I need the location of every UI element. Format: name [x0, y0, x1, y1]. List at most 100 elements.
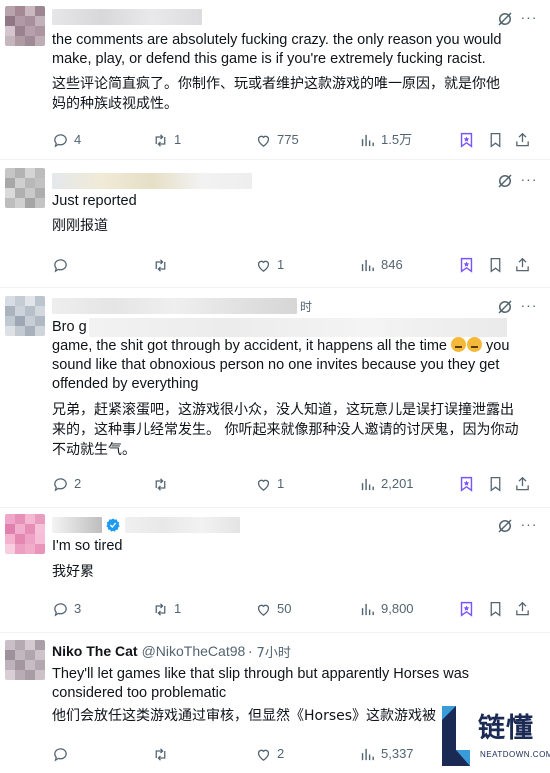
avatar[interactable]: [5, 6, 45, 46]
repost-icon: [155, 747, 166, 761]
post-header: [52, 516, 240, 534]
reply-icon: [54, 747, 67, 762]
like-icon: [257, 749, 270, 761]
views-count: 9,800: [381, 601, 414, 616]
grok-icon[interactable]: [496, 172, 514, 190]
reply-button[interactable]: 3: [52, 599, 81, 619]
post-4[interactable]: ··· I'm so tired 我好累 3 1 50 9,800: [0, 509, 550, 633]
grok-icon[interactable]: [496, 517, 514, 535]
repost-icon: [155, 477, 166, 491]
redacted-username: [52, 298, 297, 314]
watermark-logo: [442, 706, 470, 766]
grok-bookmark-icon[interactable]: [458, 599, 475, 619]
repost-button[interactable]: [152, 474, 174, 494]
redacted-username: [52, 9, 202, 25]
user-handle[interactable]: @NikoTheCat98: [142, 643, 246, 659]
views-count: 2,201: [381, 476, 414, 491]
more-icon[interactable]: ···: [520, 298, 538, 318]
post-header: 时: [52, 297, 312, 315]
post-text-en: Just reported: [52, 193, 137, 209]
avatar[interactable]: [5, 168, 45, 208]
like-button[interactable]: 50: [255, 599, 291, 619]
more-icon[interactable]: ···: [520, 10, 538, 30]
post-text-en-start: Bro g: [52, 319, 87, 335]
more-icon[interactable]: ···: [520, 172, 538, 192]
repost-button[interactable]: [152, 255, 174, 275]
post-text-en: They'll let games like that slip through…: [52, 666, 470, 701]
avatar[interactable]: [5, 514, 45, 554]
share-icon[interactable]: [514, 474, 531, 494]
grok-bookmark-icon[interactable]: [458, 130, 475, 150]
views-button[interactable]: 5,337: [359, 744, 414, 764]
neutral-face-emoji: [451, 337, 466, 352]
reply-button[interactable]: [52, 744, 74, 764]
views-button[interactable]: 1.5万: [359, 130, 412, 150]
reply-count: 4: [74, 132, 82, 147]
post-text-zh: 刚刚报道: [52, 218, 108, 234]
views-button[interactable]: 2,201: [359, 474, 414, 494]
views-icon: [361, 259, 374, 271]
like-button[interactable]: 1: [255, 474, 284, 494]
more-icon[interactable]: ···: [520, 517, 538, 537]
post-text-zh: 兄弟，赶紧滚蛋吧，这游戏很小众，没人知道，这玩意儿是误打误撞泄露出来的，这种事儿…: [52, 402, 519, 458]
post-time: 时: [300, 299, 313, 314]
repost-icon: [155, 602, 166, 616]
views-count: 5,337: [381, 746, 414, 761]
views-icon: [361, 603, 374, 615]
reply-count: 3: [74, 601, 82, 616]
post-text-en: the comments are absolutely fucking craz…: [52, 32, 502, 67]
views-count: 846: [381, 257, 403, 272]
reply-button[interactable]: 2: [52, 474, 81, 494]
share-icon[interactable]: [514, 130, 531, 150]
post-actions: 1 846: [52, 255, 532, 275]
share-icon[interactable]: [514, 255, 531, 275]
post-time[interactable]: · 7小时: [248, 642, 291, 661]
post-text-en: I'm so tired: [52, 538, 123, 554]
like-icon: [257, 135, 270, 147]
post-actions: 4 1 775 1.5万: [52, 130, 532, 150]
bookmark-icon[interactable]: [487, 255, 504, 275]
reply-icon: [54, 258, 67, 273]
redacted-handle: [125, 517, 240, 533]
grok-icon[interactable]: [496, 10, 514, 28]
like-count: 2: [277, 746, 285, 761]
post-1[interactable]: ··· the comments are absolutely fucking …: [0, 0, 550, 160]
reply-button[interactable]: 4: [52, 130, 81, 150]
redacted-username: [52, 517, 102, 533]
watermark: 链懂 NEATDOWN.COM: [436, 700, 550, 772]
repost-button[interactable]: 1: [152, 599, 181, 619]
like-button[interactable]: 775: [255, 130, 299, 150]
avatar[interactable]: [5, 296, 45, 336]
post-actions: 2 1 2,201: [52, 474, 532, 494]
avatar[interactable]: [5, 640, 45, 680]
like-count: 1: [277, 257, 285, 272]
views-count: 1.5万: [381, 132, 413, 147]
reply-icon: [54, 477, 67, 492]
post-text-en-rest: game, the shit got through by accident, …: [52, 338, 447, 354]
views-button[interactable]: 846: [359, 255, 403, 275]
grok-icon[interactable]: [496, 298, 514, 316]
repost-button[interactable]: 1: [152, 130, 181, 150]
reply-icon: [54, 133, 67, 148]
expressionless-face-emoji: [467, 337, 482, 352]
watermark-text: 链懂: [478, 713, 534, 744]
grok-bookmark-icon[interactable]: [458, 255, 475, 275]
share-icon[interactable]: [514, 599, 531, 619]
bookmark-icon[interactable]: [487, 130, 504, 150]
repost-count: 1: [174, 132, 182, 147]
reply-count: 2: [74, 476, 82, 491]
like-button[interactable]: 2: [255, 744, 284, 764]
reply-button[interactable]: [52, 255, 74, 275]
grok-bookmark-icon[interactable]: [458, 474, 475, 494]
post-3[interactable]: 时 ··· Bro g game, the shit got through b…: [0, 289, 550, 508]
views-icon: [361, 748, 374, 760]
post-header: [52, 8, 202, 26]
like-button[interactable]: 1: [255, 255, 284, 275]
display-name[interactable]: Niko The Cat: [52, 643, 138, 659]
repost-button[interactable]: [152, 744, 174, 764]
bookmark-icon[interactable]: [487, 474, 504, 494]
reply-icon: [54, 602, 67, 617]
views-button[interactable]: 9,800: [359, 599, 414, 619]
post-2[interactable]: ··· Just reported 刚刚报道 1 846: [0, 161, 550, 288]
bookmark-icon[interactable]: [487, 599, 504, 619]
